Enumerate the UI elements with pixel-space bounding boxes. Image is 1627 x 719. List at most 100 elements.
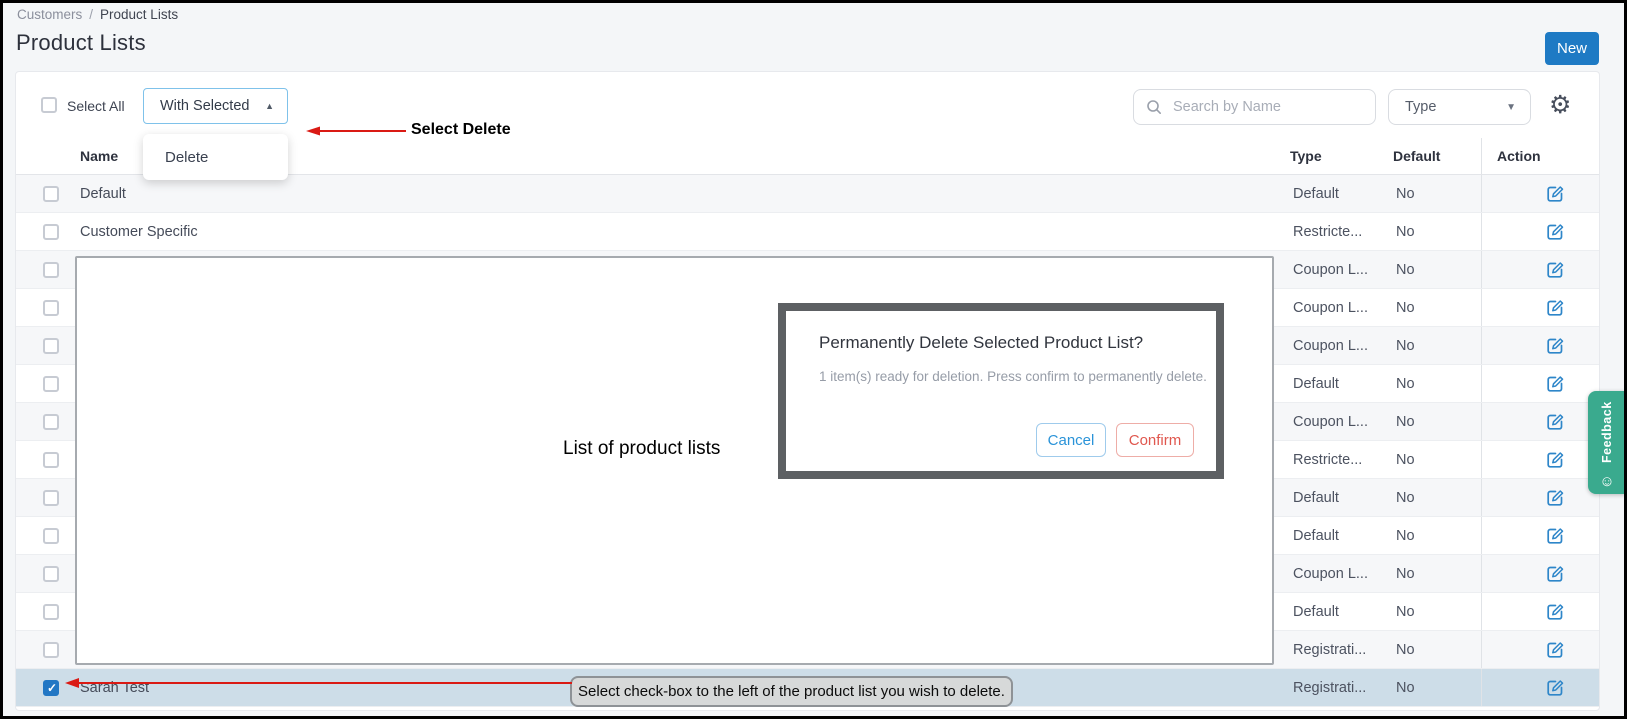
screenshot-frame: Customers / Product Lists Product Lists Ne… xyxy=(0,0,1627,719)
row-checkbox[interactable] xyxy=(43,338,59,354)
table-row: Default Default No xyxy=(16,175,1599,213)
type-filter-label: Type xyxy=(1405,99,1436,115)
row-action-cell xyxy=(1481,631,1599,668)
edit-icon[interactable] xyxy=(1545,450,1565,470)
select-all-label: Select All xyxy=(67,98,125,114)
chevron-down-icon: ▼ xyxy=(1506,102,1516,113)
row-type: Default xyxy=(1290,376,1393,392)
type-filter-dropdown[interactable]: Type ▼ xyxy=(1388,89,1531,125)
row-checkbox-cell xyxy=(16,642,60,658)
edit-icon[interactable] xyxy=(1545,678,1565,698)
row-type: Coupon L... xyxy=(1290,338,1393,354)
edit-icon[interactable] xyxy=(1545,260,1565,280)
row-action-cell xyxy=(1481,555,1599,592)
edit-icon[interactable] xyxy=(1545,184,1565,204)
row-default: No xyxy=(1393,566,1481,582)
select-all-checkbox[interactable] xyxy=(41,97,57,113)
edit-icon[interactable] xyxy=(1545,374,1565,394)
product-lists-page: Customers / Product Lists Product Lists Ne… xyxy=(3,3,1624,716)
row-checkbox-cell xyxy=(16,604,60,620)
select-delete-arrow xyxy=(306,124,408,138)
row-action-cell xyxy=(1481,251,1599,288)
modal-body-text: 1 item(s) ready for deletion. Press conf… xyxy=(819,369,1207,384)
row-default: No xyxy=(1393,414,1481,430)
row-checkbox-cell xyxy=(16,262,60,278)
edit-icon[interactable] xyxy=(1545,412,1565,432)
row-checkbox[interactable] xyxy=(43,566,59,582)
row-checkbox-cell xyxy=(16,224,60,240)
chevron-up-icon: ▲ xyxy=(265,101,274,111)
select-delete-annotation: Select Delete xyxy=(411,121,511,139)
row-type: Coupon L... xyxy=(1290,262,1393,278)
row-default: No xyxy=(1393,452,1481,468)
smiley-icon: ☺ xyxy=(1588,473,1626,490)
row-checkbox[interactable] xyxy=(43,376,59,392)
breadcrumb-separator: / xyxy=(89,7,93,22)
edit-icon[interactable] xyxy=(1545,526,1565,546)
row-action-cell xyxy=(1481,517,1599,554)
row-type: Default xyxy=(1290,528,1393,544)
new-button[interactable]: New xyxy=(1545,32,1599,65)
menu-item-delete[interactable]: Delete xyxy=(165,149,208,166)
breadcrumb: Customers / Product Lists xyxy=(17,7,178,22)
search-box xyxy=(1133,89,1376,125)
edit-icon[interactable] xyxy=(1545,640,1565,660)
feedback-tab-label: Feedback xyxy=(1588,395,1626,469)
modal-actions: Cancel Confirm xyxy=(1036,423,1194,457)
row-checkbox[interactable] xyxy=(43,224,59,240)
row-checkbox[interactable] xyxy=(43,680,59,696)
row-checkbox[interactable] xyxy=(43,262,59,278)
row-checkbox[interactable] xyxy=(43,300,59,316)
row-checkbox-cell xyxy=(16,376,60,392)
column-header-action: Action xyxy=(1481,138,1599,174)
edit-icon[interactable] xyxy=(1545,336,1565,356)
row-checkbox-cell xyxy=(16,338,60,354)
row-checkbox[interactable] xyxy=(43,490,59,506)
row-default: No xyxy=(1393,604,1481,620)
row-action-cell xyxy=(1481,213,1599,250)
column-header-type: Type xyxy=(1290,148,1393,164)
edit-icon[interactable] xyxy=(1545,222,1565,242)
row-checkbox-cell xyxy=(16,680,60,696)
breadcrumb-product-lists: Product Lists xyxy=(100,7,178,22)
row-type: Registrati... xyxy=(1290,642,1393,658)
row-action-cell xyxy=(1481,593,1599,630)
row-default: No xyxy=(1393,376,1481,392)
edit-icon[interactable] xyxy=(1545,602,1565,622)
row-checkbox-cell xyxy=(16,300,60,316)
with-selected-dropdown-button[interactable]: With Selected ▲ xyxy=(143,88,288,124)
row-type: Coupon L... xyxy=(1290,300,1393,316)
row-action-cell xyxy=(1481,365,1599,402)
with-selected-menu: Delete xyxy=(143,134,288,180)
row-type: Default xyxy=(1290,490,1393,506)
edit-icon[interactable] xyxy=(1545,298,1565,318)
row-checkbox-cell xyxy=(16,452,60,468)
feedback-tab[interactable]: Feedback ☺ xyxy=(1588,391,1626,494)
edit-icon[interactable] xyxy=(1545,564,1565,584)
row-type: Default xyxy=(1290,604,1393,620)
row-checkbox[interactable] xyxy=(43,452,59,468)
row-checkbox[interactable] xyxy=(43,186,59,202)
row-action-cell xyxy=(1481,441,1599,478)
breadcrumb-customers[interactable]: Customers xyxy=(17,7,82,22)
checkbox-callout-arrow xyxy=(65,675,572,691)
delete-confirmation-modal: Permanently Delete Selected Product List… xyxy=(778,303,1224,479)
row-default: No xyxy=(1393,642,1481,658)
gear-icon[interactable]: ⚙ xyxy=(1549,93,1571,118)
confirm-button[interactable]: Confirm xyxy=(1116,423,1194,457)
row-checkbox[interactable] xyxy=(43,528,59,544)
row-type: Registrati... xyxy=(1290,680,1393,696)
cancel-button[interactable]: Cancel xyxy=(1036,423,1106,457)
row-action-cell xyxy=(1481,479,1599,516)
search-input[interactable] xyxy=(1171,98,1363,116)
row-default: No xyxy=(1393,528,1481,544)
row-checkbox[interactable] xyxy=(43,414,59,430)
edit-icon[interactable] xyxy=(1545,488,1565,508)
row-checkbox-cell xyxy=(16,566,60,582)
column-header-default: Default xyxy=(1393,148,1481,164)
row-action-cell xyxy=(1481,669,1599,706)
row-checkbox[interactable] xyxy=(43,642,59,658)
row-default: No xyxy=(1393,490,1481,506)
row-checkbox[interactable] xyxy=(43,604,59,620)
row-name: Customer Specific xyxy=(60,224,1290,240)
